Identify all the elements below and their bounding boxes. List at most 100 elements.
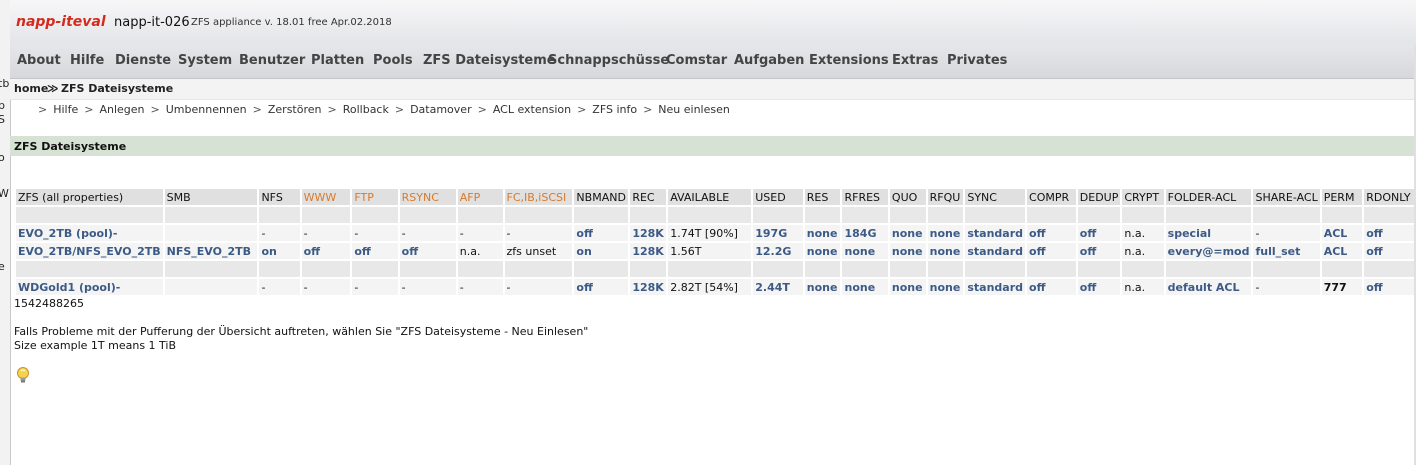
table-cell[interactable]: none <box>889 279 926 295</box>
table-cell[interactable]: default ACL <box>1165 279 1252 295</box>
table-row[interactable]: WDGold1 (pool)- - - - - - - off 128K 2.82T [54%] 2… <box>16 279 1414 295</box>
table-row[interactable]: EVO_2TB (pool)- - - - - - - off 128K 1.74T [90%] 1… <box>16 225 1414 241</box>
table-cell[interactable]: every@=mod <box>1165 243 1252 259</box>
table-cell[interactable]: off <box>574 225 629 241</box>
table-cell[interactable]: off <box>1364 243 1414 259</box>
table-cell[interactable]: 197G <box>753 225 803 241</box>
menu-item-about[interactable]: About <box>17 53 61 68</box>
table-cell[interactable]: 2.44T <box>753 279 803 295</box>
submenu-item-zfs-info[interactable]: ZFS info <box>592 103 637 116</box>
table-cell[interactable]: 184G <box>842 225 888 241</box>
menu-item-zfs-dateisysteme[interactable]: ZFS Dateisysteme <box>423 53 556 68</box>
column-header: RDONLY <box>1364 189 1414 205</box>
table-cell[interactable]: none <box>842 243 888 259</box>
lightbulb-icon[interactable] <box>15 366 31 384</box>
submenu-item-neu-einlesen[interactable]: Neu einlesen <box>658 103 730 116</box>
table-cell[interactable]: off <box>1364 225 1414 241</box>
table-cell[interactable]: standard <box>965 225 1026 241</box>
menu-item-hilfe[interactable]: Hilfe <box>70 53 104 68</box>
table-cell: 1.56T <box>668 243 752 259</box>
table-cell[interactable]: none <box>927 243 964 259</box>
table-cell[interactable]: WDGold1 (pool)- <box>16 279 163 295</box>
main-frame: napp-iteval napp-it-026 ZFS appliance v.… <box>10 0 1416 465</box>
breadcrumb-home[interactable]: home <box>14 82 48 95</box>
table-cell[interactable]: off <box>1077 279 1121 295</box>
submenu-separator: > <box>394 103 405 116</box>
submenu-item-zerst-ren[interactable]: Zerstören <box>268 103 322 116</box>
table-cell[interactable]: on <box>259 243 300 259</box>
timestamp-number: 1542488265 <box>14 297 84 310</box>
menu-item-benutzer[interactable]: Benutzer <box>239 53 305 68</box>
menu-item-dienste[interactable]: Dienste <box>115 53 171 68</box>
table-cell[interactable]: EVO_2TB/NFS_EVO_2TB <box>16 243 163 259</box>
table-cell[interactable]: none <box>804 279 841 295</box>
table-cell[interactable]: 128K <box>630 279 667 295</box>
column-header: COMPR <box>1027 189 1076 205</box>
submenu-item-anlegen[interactable]: Anlegen <box>99 103 144 116</box>
table-cell[interactable]: 128K <box>630 225 667 241</box>
column-header: REC <box>630 189 667 205</box>
table-cell[interactable]: off <box>352 243 398 259</box>
table-cell[interactable]: special <box>1165 225 1252 241</box>
table-cell[interactable]: none <box>889 225 926 241</box>
table-cell[interactable]: off <box>399 243 456 259</box>
table-cell <box>1165 207 1252 223</box>
table-cell[interactable]: none <box>804 243 841 259</box>
table-cell[interactable]: EVO_2TB (pool)- <box>16 225 163 241</box>
table-cell[interactable]: off <box>1077 225 1121 241</box>
submenu-item-datamover[interactable]: Datamover <box>410 103 472 116</box>
table-cell[interactable]: none <box>927 225 964 241</box>
submenu-item-umbennennen[interactable]: Umbennennen <box>166 103 247 116</box>
left-pane-fragment: e <box>0 260 5 273</box>
table-cell <box>1364 207 1414 223</box>
submenu-item-rollback[interactable]: Rollback <box>343 103 389 116</box>
table-cell[interactable]: full_set <box>1253 243 1320 259</box>
table-cell[interactable]: 777 <box>1321 279 1363 295</box>
menu-item-platten[interactable]: Platten <box>311 53 364 68</box>
table-row[interactable]: EVO_2TB/NFS_EVO_2TB NFS_EVO_2TB on off off of… <box>16 243 1414 259</box>
table-cell[interactable]: off <box>1364 279 1414 295</box>
table-cell[interactable]: ACL <box>1321 243 1363 259</box>
table-cell <box>1122 261 1164 277</box>
table-cell[interactable]: on <box>574 243 629 259</box>
table-cell[interactable]: 128K <box>630 243 667 259</box>
table-cell <box>889 261 926 277</box>
table-cell <box>804 261 841 277</box>
table-cell[interactable]: none <box>927 279 964 295</box>
menu-item-extras[interactable]: Extras <box>892 53 938 68</box>
table-cell <box>16 261 163 277</box>
column-header: WWW <box>301 189 351 205</box>
table-cell[interactable]: standard <box>965 279 1026 295</box>
table-cell[interactable]: none <box>889 243 926 259</box>
table-cell[interactable]: off <box>301 243 351 259</box>
table-cell[interactable]: off <box>1077 243 1121 259</box>
menu-item-system[interactable]: System <box>178 53 232 68</box>
table-cell[interactable]: off <box>574 279 629 295</box>
table-cell: - <box>399 225 456 241</box>
submenu-separator: > <box>577 103 587 116</box>
menu-item-aufgaben[interactable]: Aufgaben <box>734 53 804 68</box>
table-cell[interactable]: off <box>1027 225 1076 241</box>
table-cell <box>399 261 456 277</box>
table-cell <box>965 207 1026 223</box>
table-cell[interactable]: standard <box>965 243 1026 259</box>
column-header: PERM <box>1321 189 1363 205</box>
column-header: FOLDER-ACL <box>1165 189 1252 205</box>
table-cell[interactable]: off <box>1027 279 1076 295</box>
menu-item-schnappsch-sse[interactable]: Schnappschüsse <box>548 53 669 68</box>
menu-item-pools[interactable]: Pools <box>373 53 413 68</box>
table-cell[interactable]: NFS_EVO_2TB <box>164 243 258 259</box>
table-cell[interactable]: 12.2G <box>753 243 803 259</box>
table-cell[interactable]: ACL <box>1321 225 1363 241</box>
menu-item-privates[interactable]: Privates <box>947 53 1007 68</box>
table-cell[interactable]: none <box>842 279 888 295</box>
table-cell: - <box>352 225 398 241</box>
menu-item-comstar[interactable]: Comstar <box>666 53 727 68</box>
submenu-item-acl-extension[interactable]: ACL extension <box>493 103 571 116</box>
submenu-item-hilfe[interactable]: Hilfe <box>53 103 78 116</box>
table-cell[interactable]: off <box>1027 243 1076 259</box>
table-cell[interactable]: none <box>804 225 841 241</box>
menu-item-extensions[interactable]: Extensions <box>809 53 889 68</box>
table-cell: - <box>1253 279 1320 295</box>
napp-it-logo[interactable]: napp-iteval <box>16 14 106 30</box>
